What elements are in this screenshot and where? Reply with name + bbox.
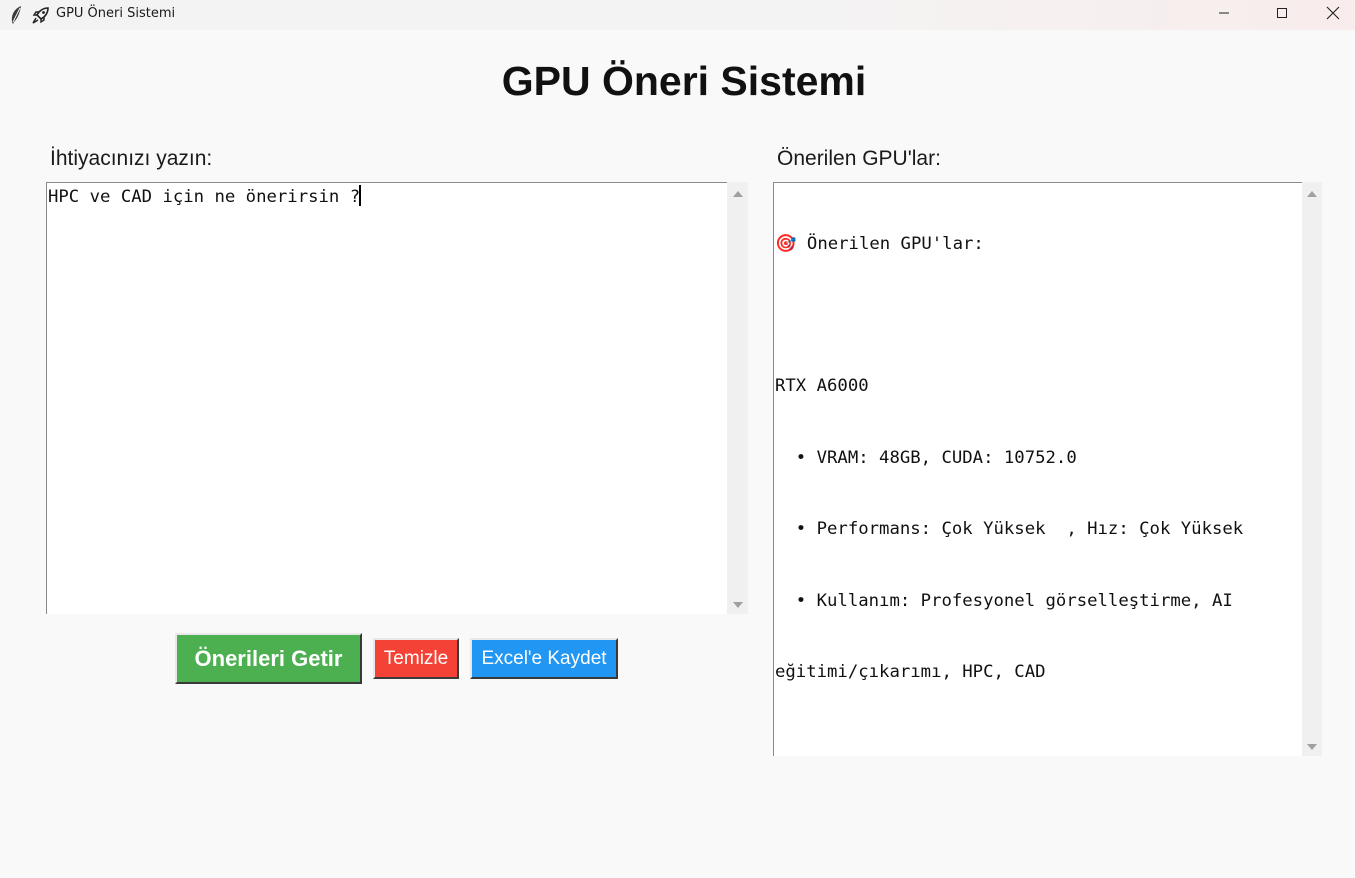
output-line: 🎯 Önerilen GPU'lar: xyxy=(775,233,984,254)
output-line: • Performans: Çok Yüksek , Hız: Çok Yüks… xyxy=(775,519,1244,540)
minimize-button[interactable] xyxy=(1195,0,1253,30)
query-input-text: HPC ve CAD için ne önerirsin ? xyxy=(48,187,361,207)
window-title: GPU Öneri Sistemi xyxy=(56,6,176,21)
close-button[interactable] xyxy=(1311,0,1355,30)
save-excel-button[interactable]: Excel'e Kaydet xyxy=(470,638,618,679)
maximize-icon xyxy=(1276,6,1288,24)
output-label: Önerilen GPU'lar: xyxy=(777,147,941,170)
page-title: GPU Öneri Sistemi xyxy=(501,58,867,104)
clear-button[interactable]: Temizle xyxy=(373,638,459,679)
input-label: İhtiyacınızı yazın: xyxy=(50,147,213,170)
scroll-down-arrow-icon[interactable] xyxy=(1307,744,1317,750)
rocket-icon xyxy=(32,6,50,24)
output-line: RTX A6000 xyxy=(775,376,869,397)
results-output[interactable]: 🎯 Önerilen GPU'lar: RTX A6000 • VRAM: 48… xyxy=(773,182,1302,756)
output-line: eğitimi/çıkarımı, HPC, CAD xyxy=(775,661,1046,682)
close-icon xyxy=(1326,6,1340,25)
app-window: GPU Öneri Sistemi İhtiyacınızı yazın: Ön… xyxy=(0,30,1355,878)
text-caret xyxy=(359,185,362,206)
maximize-button[interactable] xyxy=(1253,0,1311,30)
input-scrollbar[interactable] xyxy=(727,182,748,614)
output-line: • Kullanım: Profesyonel görselleştirme, … xyxy=(775,590,1233,611)
minimize-icon xyxy=(1218,6,1230,24)
scroll-up-arrow-icon[interactable] xyxy=(1307,191,1317,197)
output-scrollbar[interactable] xyxy=(1302,182,1322,756)
output-line: • VRAM: 48GB, CUDA: 10752.0 xyxy=(775,447,1077,468)
scroll-down-arrow-icon[interactable] xyxy=(732,602,743,608)
title-bar: GPU Öneri Sistemi xyxy=(0,0,1355,30)
feather-icon xyxy=(8,5,24,25)
scroll-up-arrow-icon[interactable] xyxy=(732,191,743,197)
query-input[interactable]: HPC ve CAD için ne önerirsin ? xyxy=(46,182,727,614)
get-recommendations-button[interactable]: Önerileri Getir xyxy=(175,633,362,684)
